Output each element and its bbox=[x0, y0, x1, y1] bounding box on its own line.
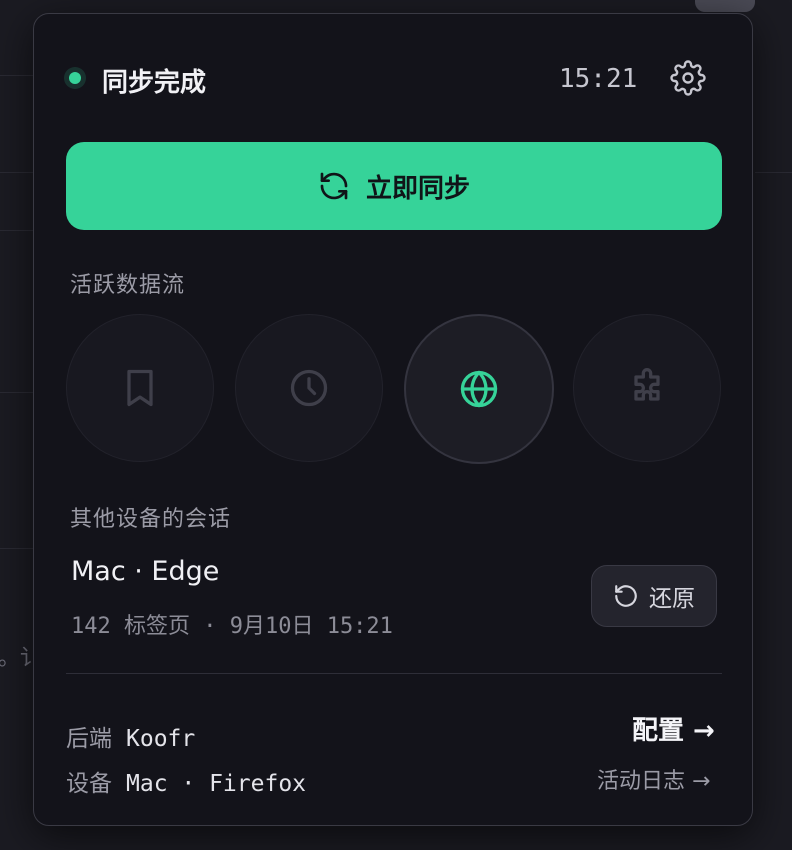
last-sync-time: 15:21 bbox=[559, 64, 638, 94]
settings-button[interactable] bbox=[670, 60, 706, 96]
other-devices-label: 其他设备的会话 bbox=[70, 507, 232, 532]
background-divider bbox=[0, 392, 33, 393]
clock-icon bbox=[290, 369, 328, 407]
activity-log-link[interactable]: 活动日志 → bbox=[597, 763, 710, 795]
restore-button[interactable]: 还原 bbox=[591, 565, 717, 627]
backend-value: Koofr bbox=[126, 726, 196, 752]
status-indicator bbox=[64, 67, 86, 89]
session-device-name: Mac · Edge bbox=[71, 556, 220, 587]
sync-now-button[interactable]: 立即同步 bbox=[66, 142, 722, 230]
sync-now-label: 立即同步 bbox=[365, 173, 470, 204]
background-divider bbox=[0, 172, 33, 173]
configure-link[interactable]: 配置 → bbox=[632, 710, 715, 747]
restore-icon bbox=[615, 585, 637, 607]
stream-bookmarks-toggle[interactable] bbox=[66, 314, 214, 462]
background-divider bbox=[755, 172, 792, 173]
device-row: 设备 Mac · Firefox bbox=[66, 764, 306, 798]
background-tab bbox=[695, 0, 755, 12]
device-key: 设备 bbox=[66, 771, 112, 797]
refresh-icon bbox=[320, 172, 348, 200]
globe-icon bbox=[460, 370, 498, 408]
device-value: Mac · Firefox bbox=[126, 771, 307, 797]
backend-row: 后端 Koofr bbox=[66, 719, 195, 753]
session-meta: 142 标签页 · 9月10日 15:21 bbox=[71, 614, 393, 639]
backend-key: 后端 bbox=[66, 726, 112, 752]
stream-extensions-toggle[interactable] bbox=[573, 314, 721, 462]
background-divider bbox=[0, 75, 33, 76]
status-text: 同步完成 bbox=[102, 68, 207, 98]
stream-tabs-toggle[interactable] bbox=[404, 314, 554, 464]
footer-divider bbox=[66, 673, 722, 674]
background-divider bbox=[0, 548, 33, 549]
puzzle-icon bbox=[634, 368, 660, 401]
stream-toggles bbox=[66, 314, 722, 464]
active-streams-label: 活跃数据流 bbox=[70, 273, 186, 298]
stream-history-toggle[interactable] bbox=[235, 314, 383, 462]
bookmark-icon bbox=[127, 369, 153, 407]
sync-popup: 同步完成 15:21 立即同步 活跃数据流 其他设备的会话 Mac · Edge… bbox=[33, 13, 753, 826]
gear-icon bbox=[670, 60, 706, 96]
background-divider bbox=[0, 230, 33, 231]
restore-label: 还原 bbox=[649, 586, 695, 612]
